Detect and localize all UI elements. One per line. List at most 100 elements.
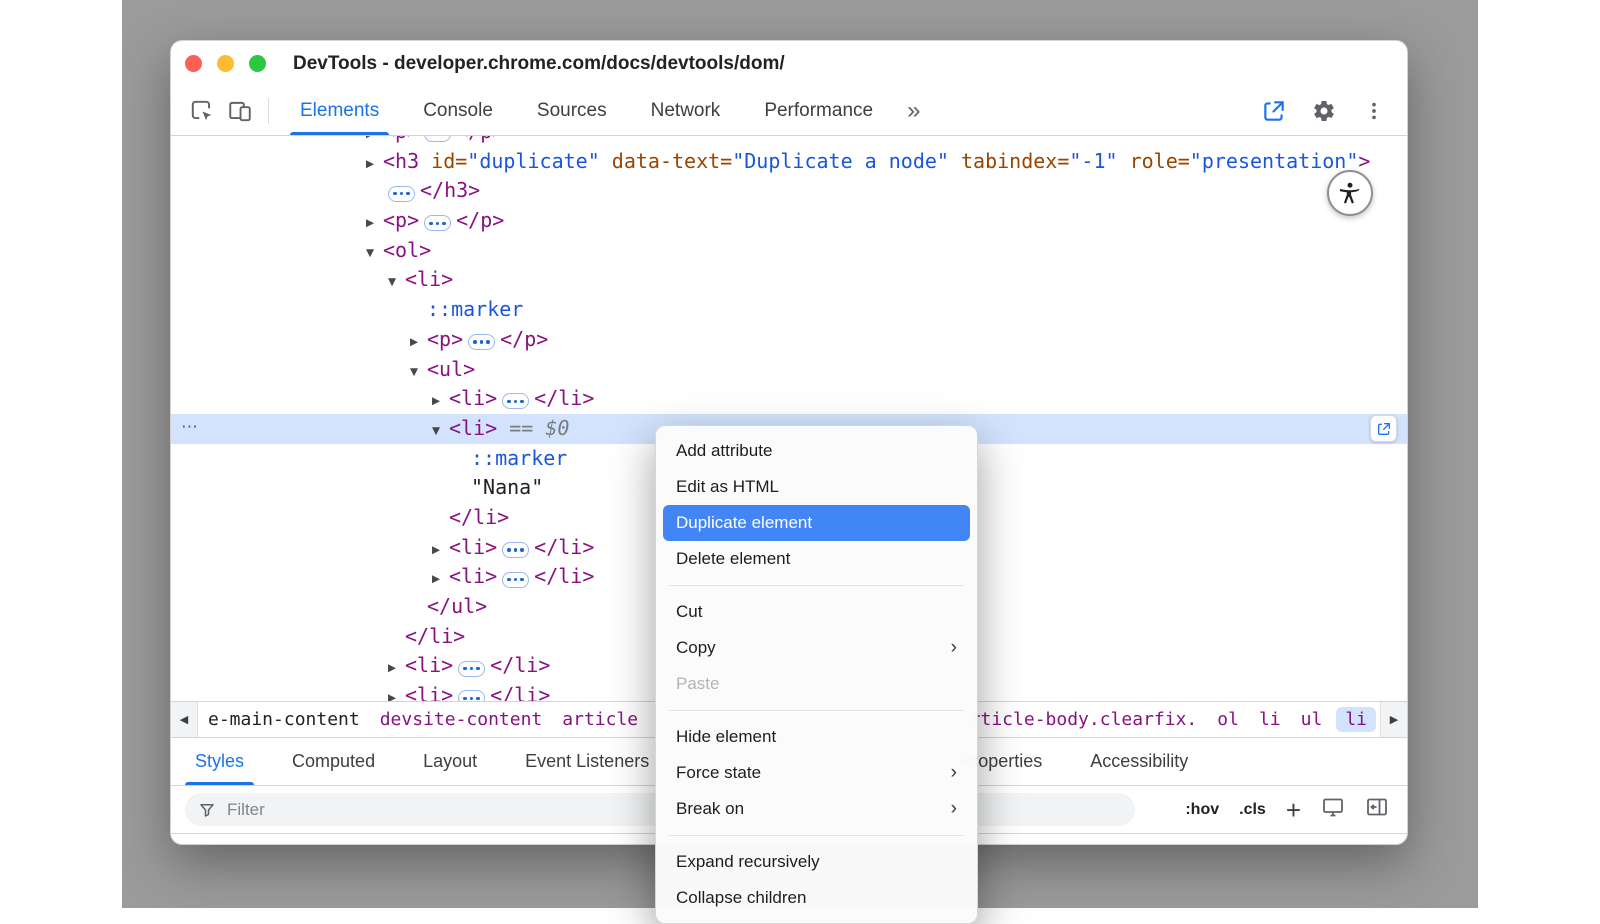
- tree-row[interactable]: ▶<li></li>: [171, 384, 1407, 414]
- breadcrumb-scroll-left-button[interactable]: ◀: [171, 702, 198, 737]
- tree-expand-arrow-down-icon[interactable]: ▼: [410, 358, 427, 388]
- menu-item-duplicate-element[interactable]: Duplicate element: [663, 505, 970, 541]
- code-token-tag: </li>: [534, 386, 594, 410]
- tree-expand-arrow-right-icon[interactable]: ▶: [432, 536, 449, 566]
- inline-expand-badge[interactable]: [458, 690, 485, 701]
- inline-expand-badge[interactable]: [388, 186, 415, 202]
- gear-icon: [1312, 99, 1336, 123]
- monitor-button[interactable]: [1321, 795, 1345, 824]
- menu-divider: [669, 835, 964, 836]
- tree-row[interactable]: ▼<ol>: [171, 236, 1407, 266]
- tab-computed[interactable]: Computed: [268, 738, 399, 785]
- breadcrumb-item-selected[interactable]: li: [1336, 707, 1376, 732]
- chevron-left-icon: ◀: [180, 713, 188, 726]
- breadcrumb-scroll-right-button[interactable]: ▶: [1380, 702, 1407, 737]
- tree-expand-arrow-right-icon[interactable]: ▶: [432, 387, 449, 417]
- breadcrumb-item[interactable]: ol: [1207, 709, 1249, 730]
- code-token-attr: data-text=: [600, 149, 732, 173]
- breadcrumb-item[interactable]: rticle-body.clearfix.: [960, 709, 1208, 730]
- inspect-cursor-icon: [189, 98, 215, 124]
- tree-row[interactable]: ::marker: [171, 295, 1407, 325]
- tree-row[interactable]: ▶<h3 id="duplicate" data-text="Duplicate…: [171, 147, 1407, 177]
- inline-expand-badge[interactable]: [424, 215, 451, 231]
- square-arrow-button[interactable]: [1255, 92, 1293, 130]
- tree-row[interactable]: ▼<ul>: [171, 355, 1407, 385]
- menu-item-break-on[interactable]: Break on›: [663, 791, 970, 827]
- settings-button[interactable]: [1305, 92, 1343, 130]
- tree-expand-arrow-right-icon[interactable]: ▶: [366, 150, 383, 180]
- accessibility-widget-button[interactable]: [1327, 170, 1373, 216]
- breadcrumb-item[interactable]: article: [552, 709, 648, 730]
- menu-item-label: Add attribute: [676, 441, 772, 461]
- close-window-button[interactable]: [185, 55, 202, 72]
- tab-network[interactable]: Network: [629, 87, 743, 135]
- menu-item-copy[interactable]: Copy›: [663, 630, 970, 666]
- inline-expand-badge[interactable]: [468, 334, 495, 350]
- toolbar-right-actions: [1255, 92, 1407, 130]
- breadcrumb-item[interactable]: ul: [1291, 709, 1333, 730]
- inline-expand-badge[interactable]: [458, 661, 485, 677]
- tree-expand-arrow-right-icon[interactable]: ▶: [366, 209, 383, 239]
- tab-event-listeners[interactable]: Event Listeners: [501, 738, 673, 785]
- menu-item-hide-element[interactable]: Hide element: [663, 719, 970, 755]
- new-style-rule-button[interactable]: +: [1286, 800, 1301, 820]
- tree-row[interactable]: ▶<p></p>: [171, 325, 1407, 355]
- tree-expand-arrow-right-icon[interactable]: ▶: [388, 684, 405, 701]
- toggle-device-toolbar-button[interactable]: [221, 92, 259, 130]
- tree-expand-arrow-right-icon[interactable]: ▶: [432, 565, 449, 595]
- menu-item-label: Delete element: [676, 549, 790, 569]
- menu-item-add-attribute[interactable]: Add attribute: [663, 433, 970, 469]
- code-token-tag: <li>: [449, 416, 497, 440]
- menu-item-label: Expand recursively: [676, 852, 820, 872]
- menu-divider: [669, 585, 964, 586]
- element-classes-button[interactable]: .cls: [1239, 801, 1266, 819]
- tree-expand-arrow-right-icon[interactable]: ▶: [388, 654, 405, 684]
- device-toolbar-icon: [227, 98, 253, 124]
- inline-expand-badge[interactable]: [502, 393, 529, 409]
- code-token-tag: <li>: [405, 653, 453, 677]
- menu-item-edit-as-html[interactable]: Edit as HTML: [663, 469, 970, 505]
- tree-expand-arrow-down-icon[interactable]: ▼: [432, 417, 449, 447]
- tab-console[interactable]: Console: [401, 87, 515, 135]
- more-tabs-button[interactable]: »: [895, 88, 932, 134]
- menu-item-collapse-children[interactable]: Collapse children: [663, 880, 970, 916]
- traffic-lights: [185, 55, 266, 72]
- selected-row-square-arrow-badge[interactable]: [1370, 415, 1397, 442]
- chevron-right-icon: ▶: [1390, 713, 1398, 726]
- tab-accessibility[interactable]: Accessibility: [1066, 738, 1212, 785]
- code-token-meta: == $0: [497, 416, 569, 440]
- sidebar-toggle-button[interactable]: [1365, 795, 1389, 824]
- inspect-element-button[interactable]: [183, 92, 221, 130]
- minimize-window-button[interactable]: [217, 55, 234, 72]
- submenu-chevron-icon: ›: [951, 640, 957, 656]
- tab-elements[interactable]: Elements: [278, 87, 401, 135]
- breadcrumb-item[interactable]: li: [1249, 709, 1291, 730]
- more-options-button[interactable]: [1355, 92, 1393, 130]
- inline-expand-badge[interactable]: [502, 542, 529, 558]
- tree-row[interactable]: ▶<p></p>: [171, 136, 1407, 147]
- row-options-dots-icon[interactable]: ⋯: [181, 414, 198, 444]
- tab-layout[interactable]: Layout: [399, 738, 501, 785]
- menu-item-cut[interactable]: Cut: [663, 594, 970, 630]
- tree-expand-arrow-down-icon[interactable]: ▼: [388, 268, 405, 298]
- tab-sources[interactable]: Sources: [515, 87, 629, 135]
- inline-expand-badge[interactable]: [502, 572, 529, 588]
- tree-row[interactable]: ▼<li>: [171, 265, 1407, 295]
- menu-item-paste[interactable]: Paste: [663, 666, 970, 702]
- menu-item-delete-element[interactable]: Delete element: [663, 541, 970, 577]
- tree-row[interactable]: ▶<p></p>: [171, 206, 1407, 236]
- tab-styles[interactable]: Styles: [171, 738, 268, 785]
- toggle-element-state-button[interactable]: :hov: [1185, 801, 1219, 819]
- code-token-tag: </li>: [490, 683, 550, 701]
- tab-performance[interactable]: Performance: [742, 87, 895, 135]
- inline-expand-badge[interactable]: [424, 136, 451, 142]
- tree-row[interactable]: </h3>: [171, 176, 1407, 206]
- menu-item-force-state[interactable]: Force state›: [663, 755, 970, 791]
- tree-expand-arrow-right-icon[interactable]: ▶: [410, 328, 427, 358]
- zoom-window-button[interactable]: [249, 55, 266, 72]
- breadcrumb-item[interactable]: devsite-content: [370, 709, 553, 730]
- menu-item-expand-recursively[interactable]: Expand recursively: [663, 844, 970, 880]
- breadcrumb-item[interactable]: e-main-content: [198, 709, 370, 730]
- tree-expand-arrow-down-icon[interactable]: ▼: [366, 239, 383, 269]
- code-token-tag: <p>: [383, 208, 419, 232]
